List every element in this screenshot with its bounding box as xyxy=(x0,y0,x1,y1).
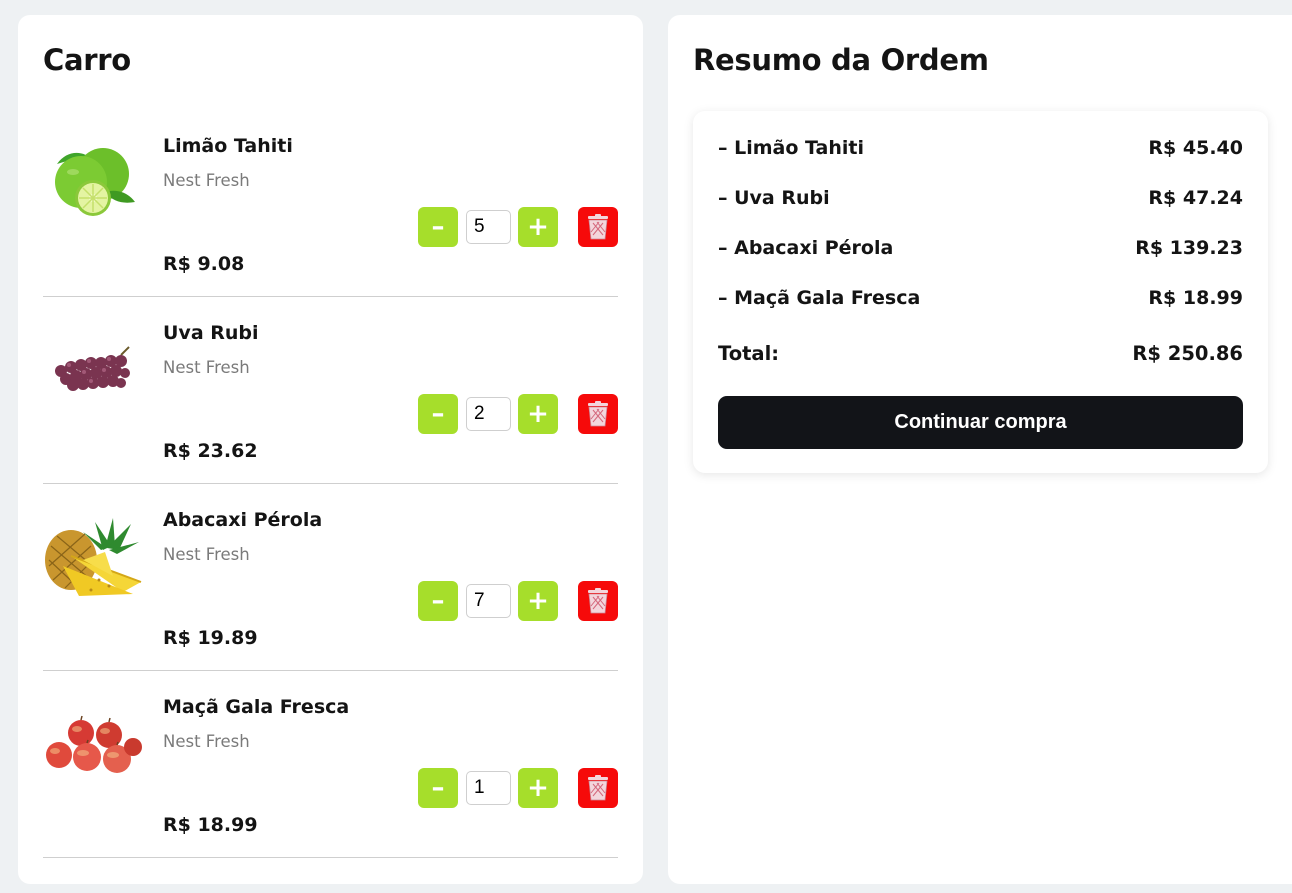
product-brand: Nest Fresh xyxy=(163,358,250,377)
cart-item: Maçã Gala Fresca Nest Fresh R$ 18.99 – + xyxy=(43,671,618,858)
cart-list: Limão Tahiti Nest Fresh R$ 9.08 – + xyxy=(43,110,618,858)
remove-item-button[interactable] xyxy=(578,768,618,808)
summary-line-price: R$ 47.24 xyxy=(1148,187,1243,209)
summary-line: – Abacaxi Pérola R$ 139.23 xyxy=(718,237,1243,263)
decrease-quantity-button[interactable]: – xyxy=(418,768,458,808)
summary-line: – Maçã Gala Fresca R$ 18.99 xyxy=(718,287,1243,313)
decrease-quantity-button[interactable]: – xyxy=(418,581,458,621)
product-name: Uva Rubi xyxy=(163,322,259,344)
cart-title: Carro xyxy=(43,43,131,77)
quantity-input[interactable] xyxy=(466,584,511,618)
decrease-quantity-button[interactable]: – xyxy=(418,394,458,434)
summary-line-price: R$ 45.40 xyxy=(1148,137,1243,159)
summary-line: – Limão Tahiti R$ 45.40 xyxy=(718,137,1243,163)
product-name: Limão Tahiti xyxy=(163,135,293,157)
order-summary-panel: Resumo da Ordem – Limão Tahiti R$ 45.40 … xyxy=(668,15,1292,884)
summary-line-name: – Limão Tahiti xyxy=(718,137,864,159)
lime-image xyxy=(43,142,143,222)
quantity-stepper: – + xyxy=(418,581,618,621)
apples-image xyxy=(43,703,143,783)
summary-total-row: Total: R$ 250.86 xyxy=(718,342,1243,368)
increase-quantity-button[interactable]: + xyxy=(518,768,558,808)
summary-line-price: R$ 139.23 xyxy=(1135,237,1243,259)
summary-line-name: – Abacaxi Pérola xyxy=(718,237,894,259)
continue-purchase-button[interactable]: Continuar compra xyxy=(718,396,1243,449)
summary-line-price: R$ 18.99 xyxy=(1148,287,1243,309)
quantity-stepper: – + xyxy=(418,394,618,434)
quantity-input[interactable] xyxy=(466,397,511,431)
total-value: R$ 250.86 xyxy=(1132,342,1243,365)
summary-line-name: – Maçã Gala Fresca xyxy=(718,287,921,309)
quantity-stepper: – + xyxy=(418,207,618,247)
total-label: Total: xyxy=(718,342,780,365)
product-price: R$ 9.08 xyxy=(163,253,245,275)
cart-item: Limão Tahiti Nest Fresh R$ 9.08 – + xyxy=(43,110,618,297)
cart-item: Uva Rubi Nest Fresh R$ 23.62 – + xyxy=(43,297,618,484)
product-name: Abacaxi Pérola xyxy=(163,509,323,531)
product-price: R$ 23.62 xyxy=(163,440,258,462)
trash-icon xyxy=(588,588,608,614)
grapes-image xyxy=(43,329,143,409)
product-brand: Nest Fresh xyxy=(163,545,250,564)
summary-line-name: – Uva Rubi xyxy=(718,187,830,209)
summary-line: – Uva Rubi R$ 47.24 xyxy=(718,187,1243,213)
quantity-input[interactable] xyxy=(466,771,511,805)
product-brand: Nest Fresh xyxy=(163,732,250,751)
increase-quantity-button[interactable]: + xyxy=(518,394,558,434)
increase-quantity-button[interactable]: + xyxy=(518,207,558,247)
summary-card: – Limão Tahiti R$ 45.40 – Uva Rubi R$ 47… xyxy=(693,111,1268,473)
decrease-quantity-button[interactable]: – xyxy=(418,207,458,247)
cart-panel: Carro Limão Tahiti Nest Fresh R$ 9.08 – … xyxy=(18,15,643,884)
trash-icon xyxy=(588,401,608,427)
pineapple-image xyxy=(43,516,143,596)
remove-item-button[interactable] xyxy=(578,394,618,434)
product-brand: Nest Fresh xyxy=(163,171,250,190)
product-name: Maçã Gala Fresca xyxy=(163,696,350,718)
trash-icon xyxy=(588,775,608,801)
quantity-stepper: – + xyxy=(418,768,618,808)
quantity-input[interactable] xyxy=(466,210,511,244)
summary-title: Resumo da Ordem xyxy=(693,43,989,77)
remove-item-button[interactable] xyxy=(578,207,618,247)
trash-icon xyxy=(588,214,608,240)
remove-item-button[interactable] xyxy=(578,581,618,621)
product-price: R$ 18.99 xyxy=(163,814,258,836)
increase-quantity-button[interactable]: + xyxy=(518,581,558,621)
cart-item: Abacaxi Pérola Nest Fresh R$ 19.89 – + xyxy=(43,484,618,671)
product-price: R$ 19.89 xyxy=(163,627,258,649)
